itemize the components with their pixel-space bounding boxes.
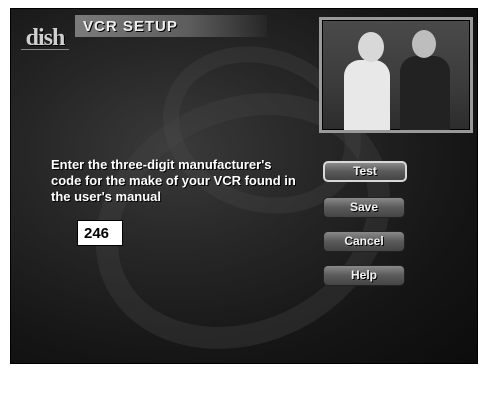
person-left [344, 60, 390, 130]
manufacturer-code-input[interactable]: 246 [77, 220, 123, 246]
logo-underline [21, 49, 69, 58]
instruction-text: Enter the three-digit manufacturer's cod… [51, 157, 296, 204]
video-preview [319, 17, 473, 133]
cancel-button[interactable]: Cancel [323, 231, 405, 252]
screen: dish VCR SETUP Enter the three-digit man… [10, 8, 478, 396]
help-button[interactable]: Help [323, 265, 405, 286]
person-right-head [412, 30, 436, 58]
page-title: VCR SETUP [83, 18, 178, 35]
person-right [400, 56, 450, 130]
person-left-head [358, 32, 384, 62]
save-button[interactable]: Save [323, 197, 405, 218]
test-button[interactable]: Test [323, 161, 407, 182]
